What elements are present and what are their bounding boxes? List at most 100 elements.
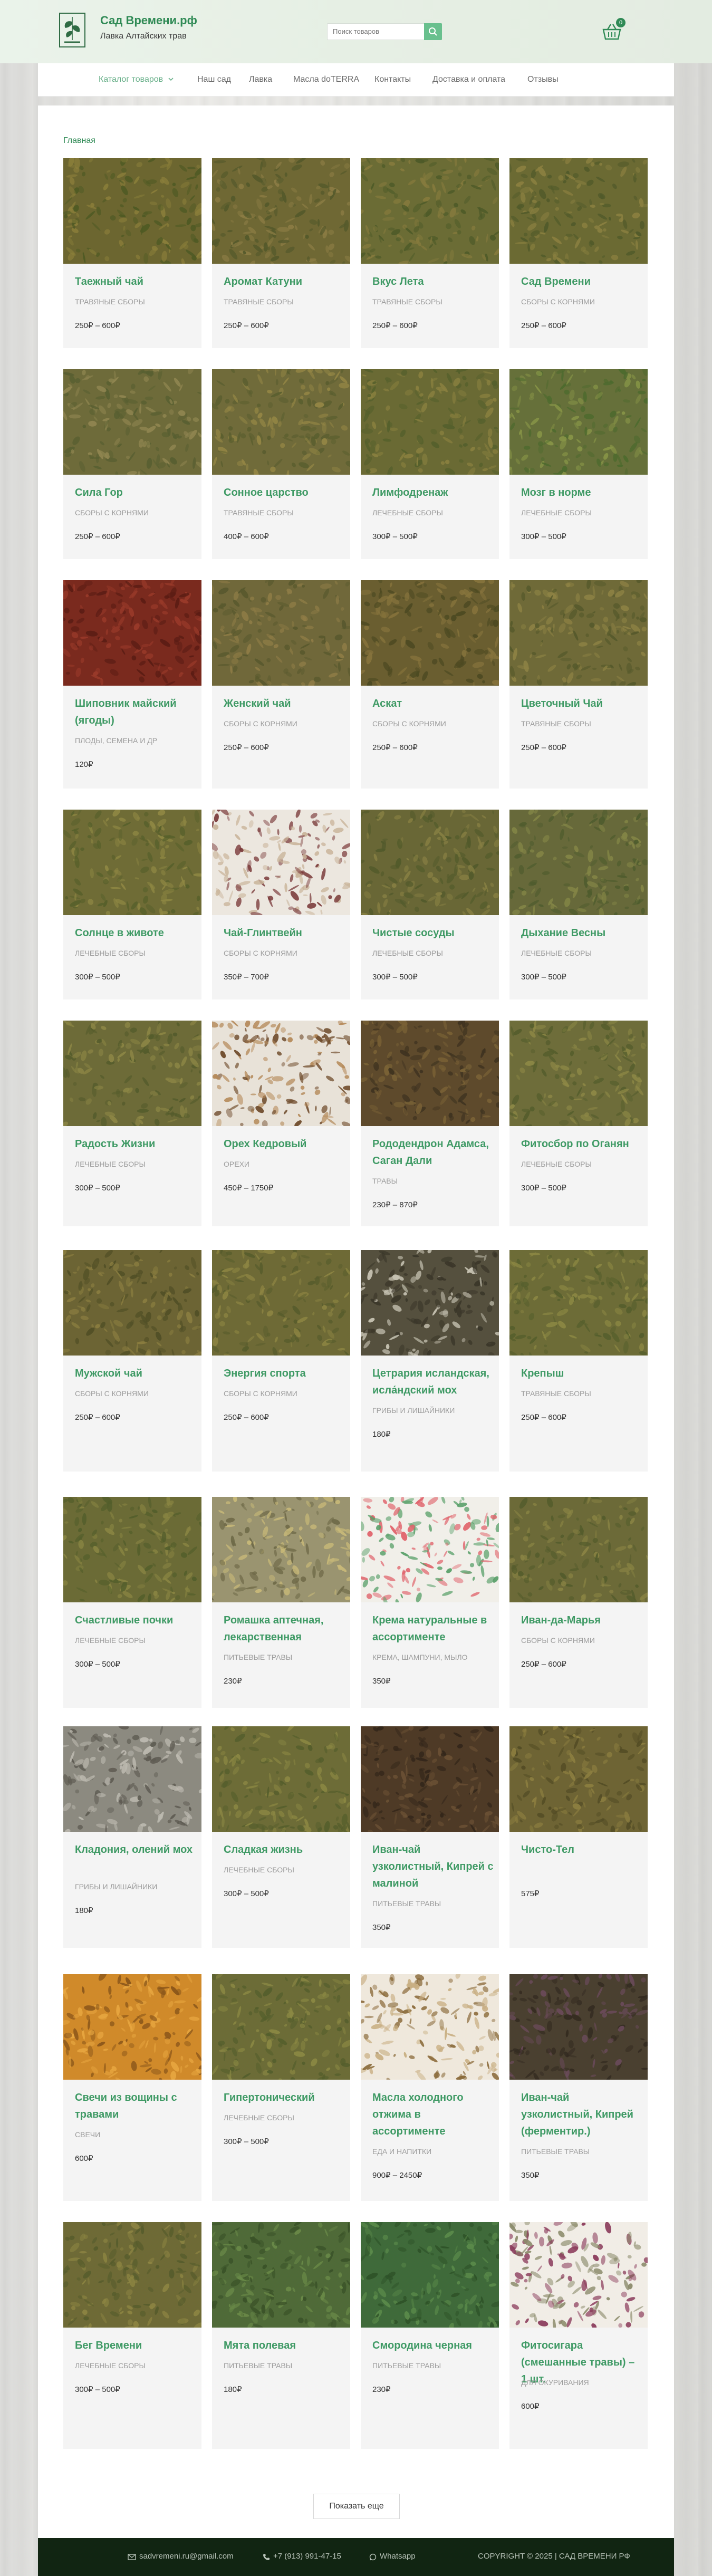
product-name[interactable]: Иван-чай узколистный, Кипрей с малиной [372, 1841, 494, 1892]
product-image[interactable] [361, 810, 499, 915]
product-name[interactable]: Счастливые почки [75, 1612, 196, 1629]
product-category[interactable]: СБОРЫ С КОРНЯМИ [521, 297, 595, 306]
product-name[interactable]: Мята полевая [224, 2337, 345, 2354]
product-category[interactable]: ЛЕЧЕБНЫЕ СБОРЫ [75, 2361, 146, 2370]
product-image[interactable] [63, 1497, 201, 1602]
product-card[interactable]: Фитосигара (смешанные травы) – 1 шт. ДЛЯ … [509, 2222, 648, 2449]
product-image[interactable] [361, 1497, 499, 1602]
product-image[interactable] [212, 1497, 350, 1602]
product-image[interactable] [509, 580, 648, 686]
product-category[interactable]: ТРАВЯНЫЕ СБОРЫ [224, 297, 294, 306]
product-category[interactable]: ЛЕЧЕБНЫЕ СБОРЫ [521, 949, 592, 957]
product-name[interactable]: Кладония, олений мох [75, 1841, 196, 1858]
product-name[interactable]: Аскат [372, 695, 494, 712]
product-card[interactable]: Свечи из вощины с травами СВЕЧИ 600₽ [63, 1974, 201, 2201]
product-image[interactable] [212, 580, 350, 686]
product-category[interactable]: ПИТЬЕВЫЕ ТРАВЫ [372, 2361, 441, 2370]
product-image[interactable] [361, 1974, 499, 2080]
product-category[interactable]: ЛЕЧЕБНЫЕ СБОРЫ [75, 1160, 146, 1168]
product-card[interactable]: Аскат СБОРЫ С КОРНЯМИ 250₽ – 600₽ [361, 580, 499, 789]
load-more-button[interactable]: Показать еще [313, 2494, 400, 2519]
product-category[interactable]: ТРАВЯНЫЕ СБОРЫ [521, 719, 591, 728]
product-card[interactable]: Чай-Глинтвейн СБОРЫ С КОРНЯМИ 350₽ – 700₽ [212, 810, 350, 999]
product-card[interactable]: Шиповник майский (ягоды) ПЛОДЫ, СЕМЕНА И … [63, 580, 201, 789]
product-category[interactable]: ПИТЬЕВЫЕ ТРАВЫ [224, 1653, 292, 1661]
product-category[interactable]: ЕДА И НАПИТКИ [372, 2147, 431, 2156]
nav-item-contacts[interactable]: Контакты [374, 75, 411, 84]
product-name[interactable]: Таежный чай [75, 273, 196, 290]
product-card[interactable]: Смородина черная ПИТЬЕВЫЕ ТРАВЫ 230₽ [361, 2222, 499, 2449]
product-card[interactable]: Орех Кедровый ОРЕХИ 450₽ – 1750₽ [212, 1021, 350, 1226]
product-image[interactable] [361, 1250, 499, 1356]
product-image[interactable] [361, 1726, 499, 1832]
product-card[interactable]: Цветочный Чай ТРАВЯНЫЕ СБОРЫ 250₽ – 600₽ [509, 580, 648, 789]
product-card[interactable]: Счастливые почки ЛЕЧЕБНЫЕ СБОРЫ 300₽ – 500… [63, 1497, 201, 1708]
product-name[interactable]: Радость Жизни [75, 1136, 196, 1152]
product-category[interactable]: ЛЕЧЕБНЫЕ СБОРЫ [75, 949, 146, 957]
product-category[interactable]: ПИТЬЕВЫЕ ТРАВЫ [372, 1899, 441, 1908]
product-name[interactable]: Сладкая жизнь [224, 1841, 345, 1858]
product-image[interactable] [63, 1974, 201, 2080]
product-category[interactable]: СБОРЫ С КОРНЯМИ [521, 1636, 595, 1645]
product-category[interactable]: ЛЕЧЕБНЫЕ СБОРЫ [224, 1866, 294, 1874]
product-category[interactable]: СБОРЫ С КОРНЯМИ [75, 1389, 149, 1398]
nav-item-doterra[interactable]: Масла doTERRA [293, 75, 359, 84]
product-image[interactable] [361, 369, 499, 475]
product-category[interactable]: ГРИБЫ И ЛИШАЙНИКИ [372, 1406, 455, 1415]
product-category[interactable]: ЛЕЧЕБНЫЕ СБОРЫ [521, 508, 592, 517]
product-card[interactable]: Крема натуральные в ассортименте КРЕМА, Ш… [361, 1497, 499, 1708]
site-name[interactable]: Сад Времени.рф [100, 14, 197, 27]
product-name[interactable]: Орех Кедровый [224, 1136, 345, 1152]
product-image[interactable] [63, 158, 201, 264]
product-card[interactable]: Масла холодного отжима в ассортименте ЕДА… [361, 1974, 499, 2201]
product-name[interactable]: Чай-Глинтвейн [224, 925, 345, 941]
product-card[interactable]: Мозг в норме ЛЕЧЕБНЫЕ СБОРЫ 300₽ – 500₽ [509, 369, 648, 559]
product-category[interactable]: ГРИБЫ И ЛИШАЙНИКИ [75, 1882, 157, 1891]
product-category[interactable]: ПЛОДЫ, СЕМЕНА И ДР [75, 736, 157, 745]
product-card[interactable]: Фитосбор по Оганян ЛЕЧЕБНЫЕ СБОРЫ 300₽ – 5… [509, 1021, 648, 1226]
product-name[interactable]: Масла холодного отжима в ассортименте [372, 2089, 494, 2140]
product-card[interactable]: Ромашка аптечная, лекарственная ПИТЬЕВЫЕ … [212, 1497, 350, 1708]
product-category[interactable]: ЛЕЧЕБНЫЕ СБОРЫ [75, 1636, 146, 1645]
product-name[interactable]: Мужской чай [75, 1365, 196, 1382]
breadcrumb[interactable]: Главная [63, 136, 95, 146]
product-name[interactable]: Цветочный Чай [521, 695, 642, 712]
product-name[interactable]: Свечи из вощины с травами [75, 2089, 196, 2123]
nav-item-catalog[interactable]: Каталог товаров [99, 75, 174, 84]
product-card[interactable]: Цетрария исландская, исла́ндский мох ГРИБ… [361, 1250, 499, 1472]
product-category[interactable]: СБОРЫ С КОРНЯМИ [372, 719, 446, 728]
product-card[interactable]: Кладония, олений мох ГРИБЫ И ЛИШАЙНИКИ 180… [63, 1726, 201, 1948]
product-image[interactable] [212, 1726, 350, 1832]
nav-item-delivery[interactable]: Доставка и оплата [432, 75, 505, 84]
product-image[interactable] [63, 810, 201, 915]
product-image[interactable] [63, 2222, 201, 2328]
product-image[interactable] [63, 369, 201, 475]
nav-item-shop[interactable]: Лавка [249, 75, 272, 84]
product-image[interactable] [212, 1974, 350, 2080]
product-category[interactable]: СБОРЫ С КОРНЯМИ [224, 1389, 297, 1398]
product-name[interactable]: Чисто-Тел [521, 1841, 642, 1858]
product-name[interactable]: Сад Времени [521, 273, 642, 290]
product-name[interactable]: Крема натуральные в ассортименте [372, 1612, 494, 1646]
product-image[interactable] [509, 369, 648, 475]
product-card[interactable]: Аромат Катуни ТРАВЯНЫЕ СБОРЫ 250₽ – 600₽ [212, 158, 350, 348]
product-name[interactable]: Фитосбор по Оганян [521, 1136, 642, 1152]
footer-whatsapp[interactable]: Whatsapp [380, 2552, 416, 2561]
product-category[interactable]: СБОРЫ С КОРНЯМИ [224, 719, 297, 728]
product-category[interactable]: КРЕМА, ШАМПУНИ, МЫЛО [372, 1653, 467, 1661]
nav-item-garden[interactable]: Наш сад [197, 75, 231, 84]
product-image[interactable] [63, 1250, 201, 1356]
product-image[interactable] [509, 1250, 648, 1356]
product-category[interactable]: ТРАВЫ [372, 1177, 398, 1185]
product-image[interactable] [63, 580, 201, 686]
product-image[interactable] [361, 580, 499, 686]
product-card[interactable]: Таежный чай ТРАВЯНЫЕ СБОРЫ 250₽ – 600₽ [63, 158, 201, 348]
product-card[interactable]: Мята полевая ПИТЬЕВЫЕ ТРАВЫ 180₽ [212, 2222, 350, 2449]
product-image[interactable] [509, 1497, 648, 1602]
product-card[interactable]: Иван-чай узколистный, Кипрей с малиной ПИ… [361, 1726, 499, 1948]
product-image[interactable] [509, 1974, 648, 2080]
product-category[interactable]: СБОРЫ С КОРНЯМИ [75, 508, 149, 517]
product-category[interactable]: СВЕЧИ [75, 2130, 100, 2139]
product-card[interactable]: Радость Жизни ЛЕЧЕБНЫЕ СБОРЫ 300₽ – 500₽ [63, 1021, 201, 1226]
product-name[interactable]: Иван-чай узколистный, Кипрей (ферментир.… [521, 2089, 642, 2140]
